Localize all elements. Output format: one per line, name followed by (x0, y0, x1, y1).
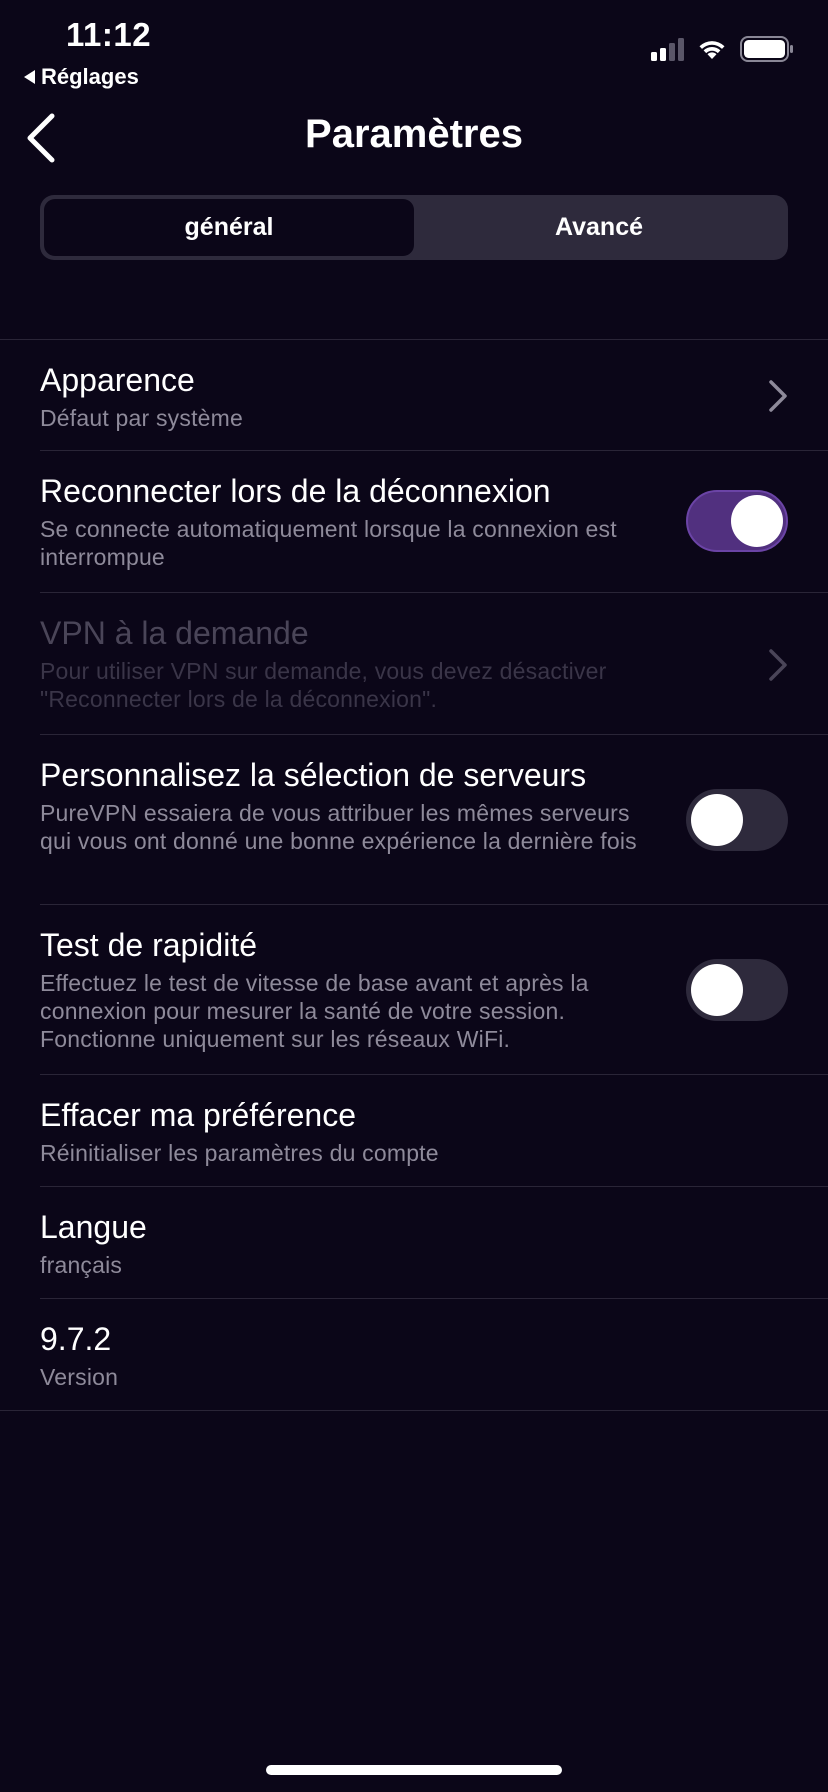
speed-test-toggle[interactable] (686, 959, 788, 1021)
tab-segmented-control: général Avancé (40, 195, 788, 260)
status-time: 11:12 (66, 16, 152, 53)
cellular-signal-icon (651, 37, 684, 61)
setting-subtitle: Effectuez le test de vitesse de base ava… (40, 970, 589, 1052)
battery-icon (740, 36, 793, 62)
setting-clear-preference[interactable]: Effacer ma préférence Réinitialiser les … (40, 1075, 828, 1187)
back-triangle-icon (24, 70, 35, 84)
back-app-label: Réglages (41, 64, 139, 89)
server-selection-toggle[interactable] (686, 789, 788, 851)
setting-reconnect: Reconnecter lors de la déconnexion Se co… (40, 451, 828, 593)
setting-subtitle: Se connecte automatiquement lorsque la c… (40, 516, 617, 570)
back-to-app-link[interactable]: Réglages (24, 64, 139, 90)
settings-list: Apparence Défaut par système Reconnecter… (0, 339, 828, 1411)
setting-subtitle: Pour utiliser VPN sur demande, vous deve… (40, 658, 607, 712)
setting-server-selection: Personnalisez la sélection de serveurs P… (40, 735, 828, 905)
setting-appearance[interactable]: Apparence Défaut par système (40, 340, 828, 451)
version-label: Version (40, 1364, 119, 1390)
setting-subtitle: Réinitialiser les paramètres du compte (40, 1140, 439, 1166)
wifi-icon (699, 41, 725, 59)
chevron-right-icon (769, 380, 787, 412)
setting-vpn-on-demand: VPN à la demande Pour utiliser VPN sur d… (40, 593, 828, 735)
toggle-knob (731, 495, 783, 547)
reconnect-toggle[interactable] (686, 490, 788, 552)
setting-speed-test: Test de rapidité Effectuez le test de vi… (40, 905, 828, 1075)
setting-title: Effacer ma préférence (40, 1097, 357, 1133)
setting-subtitle: Défaut par système (40, 405, 244, 431)
setting-title: Apparence (40, 362, 195, 398)
toggle-knob (691, 794, 743, 846)
chevron-right-icon (769, 649, 787, 681)
version-number: 9.7.2 (40, 1321, 112, 1357)
setting-version: 9.7.2 Version (0, 1299, 828, 1411)
status-icons (651, 36, 794, 62)
toggle-knob (691, 964, 743, 1016)
home-indicator[interactable] (266, 1765, 562, 1775)
tab-advanced[interactable]: Avancé (414, 199, 784, 256)
setting-title: Langue (40, 1209, 147, 1245)
tab-general[interactable]: général (44, 199, 414, 256)
setting-subtitle: français (40, 1252, 123, 1278)
setting-language[interactable]: Langue français (40, 1187, 828, 1299)
setting-subtitle: PureVPN essaiera de vous attribuer les m… (40, 800, 637, 854)
page-title: Paramètres (305, 112, 523, 156)
setting-title: VPN à la demande (40, 615, 309, 651)
